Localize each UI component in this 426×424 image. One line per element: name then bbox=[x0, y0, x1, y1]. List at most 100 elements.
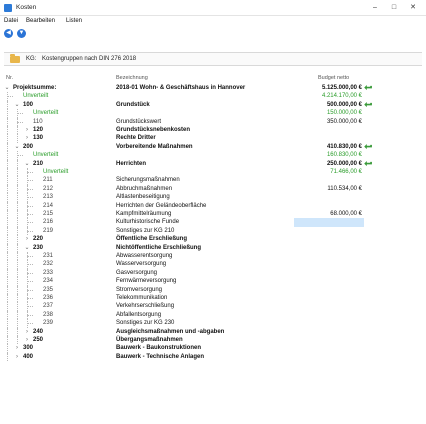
tree-row[interactable]: 237 Verkehrserschließung bbox=[0, 302, 426, 311]
tree-row[interactable]: 234 Fernwärmeversorgung bbox=[0, 277, 426, 286]
tree-row[interactable]: 236 Telekommunikation bbox=[0, 294, 426, 303]
tree-row[interactable]: 213 Altlastenbeseitigung bbox=[0, 193, 426, 202]
tree-guide-line bbox=[17, 260, 18, 269]
row-number: 400 bbox=[23, 353, 34, 360]
tree-row[interactable]: Unverteilt 160.830,00 € bbox=[0, 151, 426, 160]
distribute-arrow-icon[interactable] bbox=[364, 143, 373, 150]
tree-row[interactable]: › 400 Bauwerk - Technische Anlagen bbox=[0, 352, 426, 362]
tree-row[interactable]: 238 Abfallentsorgung bbox=[0, 310, 426, 320]
expand-chevron-icon[interactable]: › bbox=[24, 336, 30, 344]
tree-row[interactable]: Unverteilt 4.214.170,00 € bbox=[0, 92, 426, 101]
tree-row[interactable]: 233 Gasversorgung bbox=[0, 268, 426, 278]
tree-row[interactable]: 211 Sicherungsmaßnahmen bbox=[0, 176, 426, 185]
row-number: 234 bbox=[43, 278, 54, 285]
back-icon[interactable]: ◀ bbox=[4, 29, 13, 38]
row-number: Unverteilt bbox=[23, 93, 49, 100]
tree-row[interactable]: › 240 Ausgleichsmaßnahmen und -abgaben bbox=[0, 327, 426, 336]
minimize-icon[interactable]: – bbox=[370, 3, 380, 12]
row-amount[interactable]: 250.000,00 € bbox=[327, 160, 362, 168]
tree-row[interactable]: 216 Kulturhistorische Funde bbox=[0, 218, 426, 227]
tree-guide-line bbox=[17, 218, 18, 227]
tree-row[interactable]: ⌄ 100 Grundstück 500.000,00 € bbox=[0, 100, 426, 110]
tree-row[interactable]: 235 Stromversorgung bbox=[0, 285, 426, 294]
cost-tree: ⌄ Projektsumme: 2018-01 Wohn- & Geschäftsh… bbox=[0, 84, 426, 424]
tree-row[interactable]: 232 Wasserversorgung bbox=[0, 260, 426, 269]
expand-chevron-icon[interactable]: › bbox=[24, 134, 30, 142]
tree-row[interactable]: › 220 Öffentliche Erschließung bbox=[0, 235, 426, 244]
tree-row[interactable]: 231 Abwasserentsorgung bbox=[0, 252, 426, 261]
tree-guide-line bbox=[17, 210, 18, 219]
column-header-desc[interactable]: Bezeichnung bbox=[116, 75, 148, 81]
tree-row[interactable]: 212 Abbruchmaßnahmen 110.534,00 € bbox=[0, 184, 426, 194]
row-number: 100 bbox=[23, 101, 34, 108]
tree-row[interactable]: › 130 Rechte Dritter bbox=[0, 134, 426, 143]
tree-guide-line bbox=[17, 252, 18, 261]
collapse-chevron-icon[interactable]: ⌄ bbox=[24, 244, 30, 252]
distribute-arrow-icon[interactable] bbox=[364, 160, 373, 167]
collapse-chevron-icon[interactable]: ⌄ bbox=[4, 84, 10, 92]
row-description: Altlastenbeseitigung bbox=[116, 194, 170, 201]
title-bar: Kosten – □ ✕ bbox=[0, 0, 426, 16]
row-description: Sicherungsmaßnahmen bbox=[116, 177, 180, 184]
tree-row[interactable]: › 250 Übergangsmaßnahmen bbox=[0, 336, 426, 345]
row-amount[interactable]: 160.830,00 € bbox=[327, 151, 362, 159]
collapse-chevron-icon[interactable]: ⌄ bbox=[24, 160, 30, 168]
collapse-chevron-icon[interactable]: ⌄ bbox=[14, 101, 20, 109]
tree-guide-line bbox=[17, 193, 18, 202]
expand-chevron-icon[interactable]: › bbox=[24, 235, 30, 243]
tree-row[interactable]: ⌄ 210 Herrichten 250.000,00 € bbox=[0, 159, 426, 168]
expand-chevron-icon[interactable]: › bbox=[14, 353, 20, 361]
tree-connector-line bbox=[27, 298, 33, 299]
row-number: 237 bbox=[43, 303, 54, 310]
tree-row[interactable]: 110 Grundstückswert 350.000,00 € bbox=[0, 117, 426, 126]
distribute-arrow-icon[interactable] bbox=[364, 101, 373, 108]
row-number: 300 bbox=[23, 345, 34, 352]
tree-row[interactable]: Unverteilt 150.000,00 € bbox=[0, 109, 426, 118]
forward-icon[interactable]: ▼ bbox=[17, 29, 26, 38]
maximize-icon[interactable]: □ bbox=[389, 3, 399, 12]
tree-row[interactable]: › 300 Bauwerk - Baukonstruktionen bbox=[0, 344, 426, 353]
tree-connector-line bbox=[27, 188, 33, 190]
row-description: Rechte Dritter bbox=[116, 135, 156, 142]
tree-row[interactable]: 239 Sonstiges zur KG 230 bbox=[0, 319, 426, 328]
row-amount[interactable]: 71.466,00 € bbox=[330, 168, 362, 176]
column-header-amount[interactable]: Budget netto bbox=[318, 75, 349, 81]
row-number: 212 bbox=[43, 185, 54, 192]
tree-row[interactable]: 215 Kampfmittelräumung 68.000,00 € bbox=[0, 210, 426, 219]
expand-chevron-icon[interactable]: › bbox=[24, 126, 30, 134]
row-description: Kulturhistorische Funde bbox=[116, 219, 180, 226]
row-number: 215 bbox=[43, 211, 54, 217]
menu-bearbeiten[interactable]: Bearbeiten bbox=[26, 18, 55, 24]
row-amount[interactable]: 110.534,00 € bbox=[327, 185, 362, 193]
tree-row[interactable]: Unverteilt 71.466,00 € bbox=[0, 168, 426, 177]
row-amount[interactable]: 410.830,00 € bbox=[327, 143, 362, 151]
tree-row[interactable]: 214 Herrichten der Geländeoberfläche bbox=[0, 201, 426, 210]
tree-row[interactable]: ⌄ 230 Nichtöffentliche Erschließung bbox=[0, 243, 426, 252]
cost-group-bar[interactable]: KG: Kostengruppen nach DIN 276 2018 bbox=[4, 52, 422, 66]
expand-chevron-icon[interactable]: › bbox=[24, 328, 30, 336]
selected-amount-cell[interactable] bbox=[294, 218, 364, 227]
row-amount[interactable]: 500.000,00 € bbox=[327, 101, 362, 109]
distribute-arrow-icon[interactable] bbox=[364, 85, 373, 91]
row-description: Telekommunikation bbox=[116, 295, 168, 301]
menu-bar: Datei Bearbeiten Listen bbox=[0, 17, 426, 27]
kg-label: KG: bbox=[26, 56, 37, 62]
row-amount[interactable]: 5.125.000,00 € bbox=[322, 84, 362, 92]
row-amount[interactable]: 4.214.170,00 € bbox=[322, 92, 362, 100]
expand-chevron-icon[interactable]: › bbox=[14, 344, 20, 352]
row-amount[interactable]: 150.000,00 € bbox=[327, 109, 362, 117]
row-amount[interactable]: 68.000,00 € bbox=[330, 210, 362, 218]
menu-datei[interactable]: Datei bbox=[4, 18, 18, 24]
tree-row[interactable]: ⌄ Projektsumme: 2018-01 Wohn- & Geschäftsh… bbox=[0, 84, 426, 92]
menu-listen[interactable]: Listen bbox=[66, 18, 82, 24]
row-description: Bauwerk - Baukonstruktionen bbox=[116, 345, 202, 352]
tree-guide-line bbox=[17, 285, 18, 294]
column-header-nr[interactable]: Nr. bbox=[6, 75, 13, 81]
tree-guide-line bbox=[7, 100, 8, 110]
row-amount[interactable]: 350.000,00 € bbox=[327, 118, 362, 126]
collapse-chevron-icon[interactable]: ⌄ bbox=[14, 143, 20, 151]
tree-row[interactable]: › 120 Grundstücksnebenkosten bbox=[0, 126, 426, 135]
tree-row[interactable]: ⌄ 200 Vorbereitende Maßnahmen 410.830,00 € bbox=[0, 142, 426, 152]
tree-row[interactable]: 219 Sonstiges zur KG 210 bbox=[0, 226, 426, 236]
close-icon[interactable]: ✕ bbox=[408, 3, 418, 12]
